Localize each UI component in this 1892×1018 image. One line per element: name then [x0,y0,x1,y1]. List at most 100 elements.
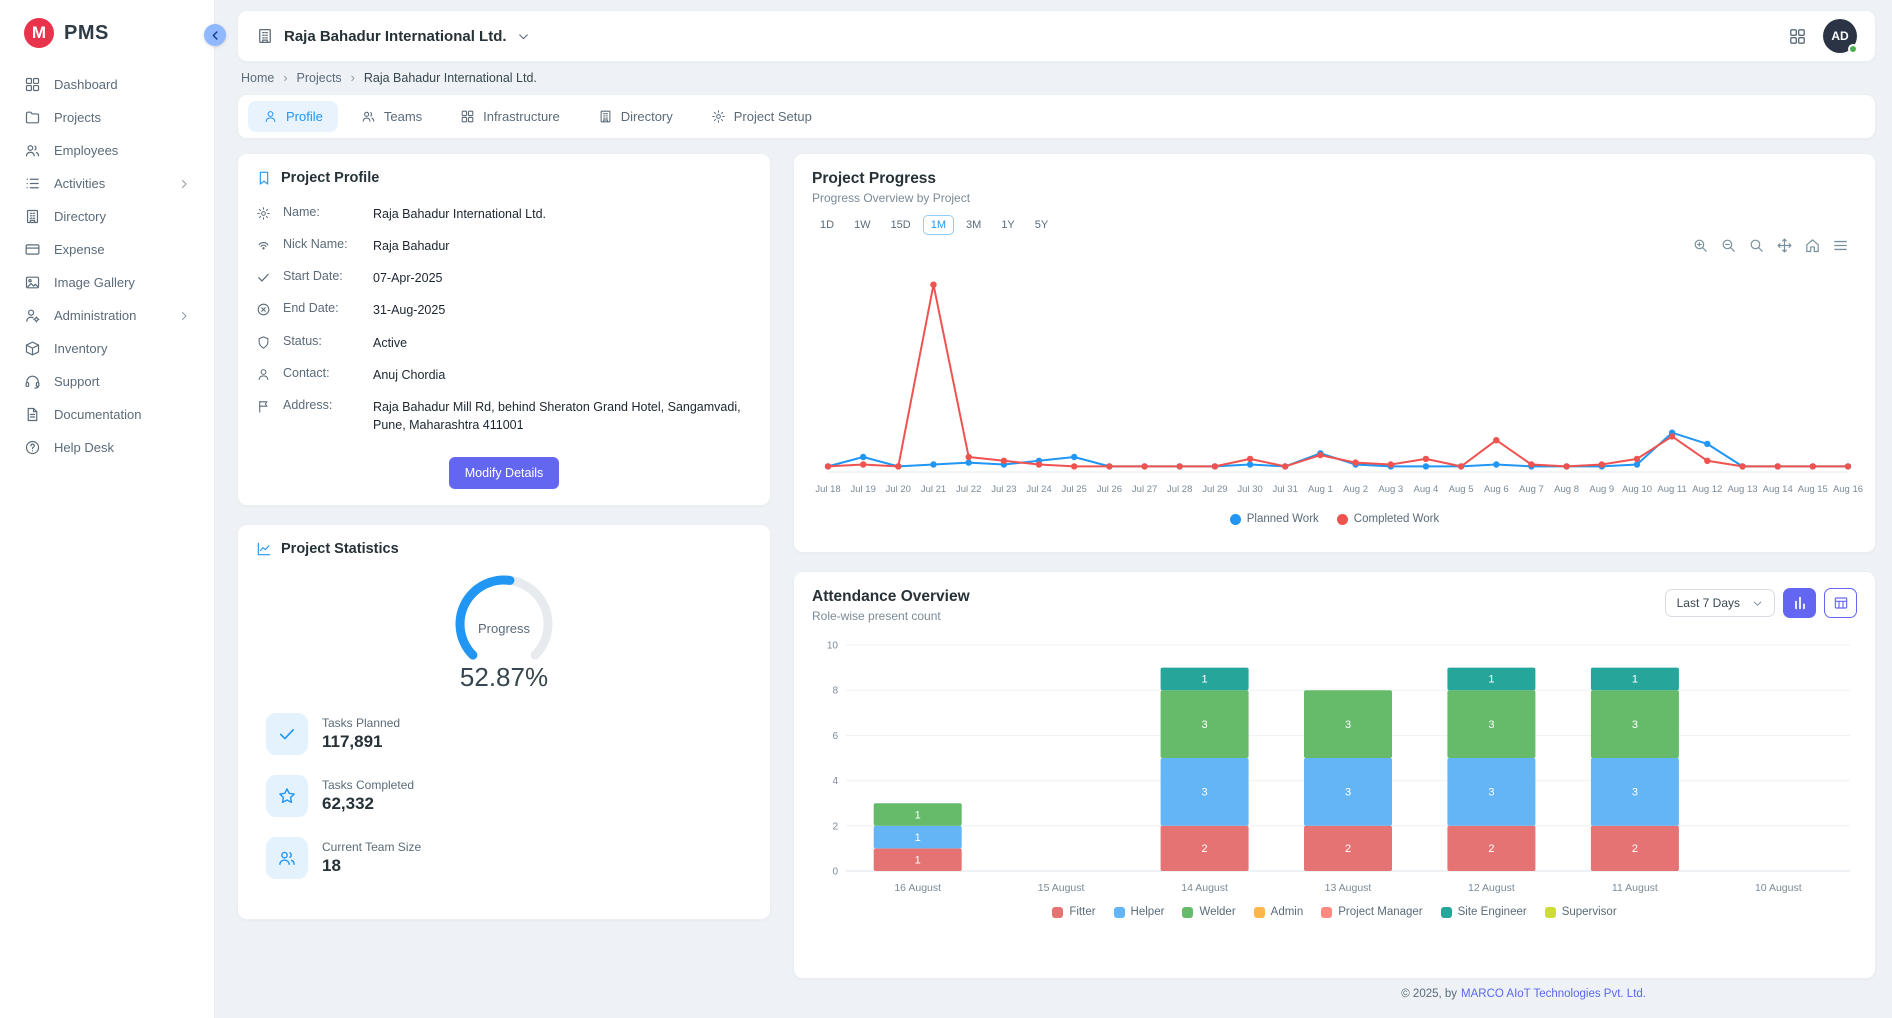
company-selector[interactable]: Raja Bahadur International Ltd. [256,27,530,45]
table-view-toggle[interactable] [1824,588,1857,618]
progress-gauge: Progress [429,569,579,672]
tab-profile[interactable]: Profile [248,101,338,132]
sidebar-item-directory[interactable]: Directory [0,200,214,233]
sidebar-item-help-desk[interactable]: Help Desk [0,431,214,464]
field-value: Active [373,334,752,352]
legend-item[interactable]: Project Manager [1321,906,1422,918]
svg-text:6: 6 [832,731,838,742]
grid-icon [460,109,475,124]
svg-text:2: 2 [1345,843,1351,855]
range-1y[interactable]: 1Y [993,215,1022,235]
svg-text:1: 1 [915,855,921,867]
legend-item[interactable]: Supervisor [1545,906,1617,918]
sidebar-item-administration[interactable]: Administration [0,299,214,332]
range-3m[interactable]: 3M [958,215,989,235]
attendance-bar-chart[interactable]: 024681016 August11115 August14 August233… [812,633,1857,904]
sidebar-item-label: Image Gallery [54,275,135,290]
svg-text:1: 1 [915,832,921,844]
fingerprint-icon [256,238,271,253]
credit-card-icon [24,241,41,258]
stat-current-team-size: Current Team Size18 [266,837,752,879]
svg-text:2: 2 [1488,843,1494,855]
legend-item[interactable]: Fitter [1052,906,1095,918]
svg-text:Jul 30: Jul 30 [1237,484,1262,495]
svg-text:4: 4 [832,776,838,787]
line-chart-legend: Planned Work Completed Work [812,513,1857,525]
breadcrumb-projects[interactable]: Projects [297,71,342,85]
svg-text:3: 3 [1345,719,1351,731]
sidebar-item-label: Support [54,374,100,389]
star-icon-box [266,775,308,817]
dashboard-icon [24,76,41,93]
legend-item[interactable]: Site Engineer [1441,906,1527,918]
tab-project-setup[interactable]: Project Setup [696,101,827,132]
field-value: Raja Bahadur [373,237,752,255]
sidebar-item-inventory[interactable]: Inventory [0,332,214,365]
chevron-left-icon [209,29,222,42]
tab-label: Project Setup [734,109,812,124]
range-5y[interactable]: 5Y [1027,215,1056,235]
apps-grid-button[interactable] [1788,27,1807,46]
range-1w[interactable]: 1W [846,215,879,235]
project-progress-card: Project Progress Progress Overview by Pr… [793,153,1876,553]
svg-text:Jul 29: Jul 29 [1202,484,1227,495]
header: Raja Bahadur International Ltd. AD [237,10,1876,62]
range-1m[interactable]: 1M [923,215,954,235]
stat-value: 18 [322,856,421,876]
sidebar-item-support[interactable]: Support [0,365,214,398]
range-15d[interactable]: 15D [883,215,919,235]
svg-text:2: 2 [1632,843,1638,855]
svg-text:Aug 6: Aug 6 [1484,484,1509,495]
folder-icon [24,109,41,126]
progress-line-chart[interactable]: Jul 18Jul 19Jul 20Jul 21Jul 22Jul 23Jul … [812,250,1857,511]
chevron-down-icon [1752,598,1763,609]
svg-text:15 August: 15 August [1038,882,1085,894]
attendance-range-select[interactable]: Last 7 Days [1665,589,1775,617]
legend-item[interactable]: Welder [1182,906,1235,918]
sidebar-item-projects[interactable]: Projects [0,101,214,134]
sidebar-item-image-gallery[interactable]: Image Gallery [0,266,214,299]
svg-text:12 August: 12 August [1468,882,1515,894]
user-icon [263,109,278,124]
star-icon [277,786,297,806]
tab-infrastructure[interactable]: Infrastructure [445,101,575,132]
svg-text:1: 1 [915,809,921,821]
footer-link[interactable]: MARCO AIoT Technologies Pvt. Ltd. [1461,988,1646,1000]
app-logo-text: PMS [64,22,109,45]
profile-card-title: Project Profile [281,170,379,186]
tab-directory[interactable]: Directory [583,101,688,132]
modify-details-button[interactable]: Modify Details [449,457,560,489]
sidebar-item-activities[interactable]: Activities [0,167,214,200]
gear-icon [711,109,726,124]
time-range-selector: 1D 1W 15D 1M 3M 1Y 5Y [812,215,1857,235]
range-1d[interactable]: 1D [812,215,842,235]
building-icon [24,208,41,225]
svg-text:16 August: 16 August [894,882,941,894]
sidebar-item-documentation[interactable]: Documentation [0,398,214,431]
sidebar-item-employees[interactable]: Employees [0,134,214,167]
svg-text:Jul 23: Jul 23 [991,484,1016,495]
sidebar-item-dashboard[interactable]: Dashboard [0,68,214,101]
breadcrumb-home[interactable]: Home [241,71,274,85]
sidebar-item-label: Projects [54,110,101,125]
stat-label: Tasks Completed [322,778,414,792]
legend-item[interactable]: Admin [1254,906,1304,918]
shield-icon [256,335,271,350]
sidebar-item-label: Employees [54,143,118,158]
svg-text:Jul 19: Jul 19 [851,484,876,495]
footer: © 2025, byMARCO AIoT Technologies Pvt. L… [237,988,1876,1000]
sidebar-item-expense[interactable]: Expense [0,233,214,266]
tab-teams[interactable]: Teams [346,101,437,132]
attendance-overview-card: Attendance Overview Role-wise present co… [793,571,1876,979]
bar-view-toggle[interactable] [1783,588,1816,618]
avatar[interactable]: AD [1823,19,1857,53]
svg-text:11 August: 11 August [1612,882,1658,894]
right-column: Project Progress Progress Overview by Pr… [793,153,1876,979]
legend-item[interactable]: Helper [1114,906,1165,918]
sidebar-collapse-button[interactable] [204,24,226,46]
select-value: Last 7 Days [1677,596,1740,610]
svg-text:Jul 22: Jul 22 [956,484,981,495]
legend-item[interactable]: Planned Work [1230,513,1319,525]
breadcrumb-separator: › [283,71,287,85]
legend-item[interactable]: Completed Work [1337,513,1439,525]
